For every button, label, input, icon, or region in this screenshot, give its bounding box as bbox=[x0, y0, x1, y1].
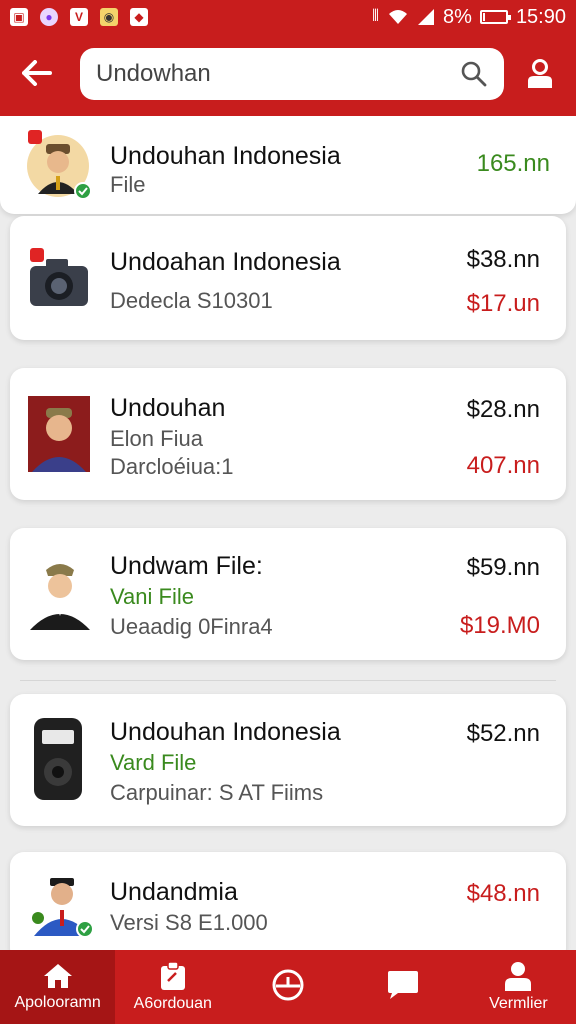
nav-item-history[interactable] bbox=[230, 950, 345, 1024]
item-subtitle: Versi S8 E1.000 bbox=[110, 910, 268, 935]
search-icon[interactable] bbox=[460, 60, 488, 88]
nav-item-messages[interactable] bbox=[346, 950, 461, 1024]
camera-icon bbox=[28, 256, 90, 308]
item-subtitle: File bbox=[110, 172, 146, 197]
list-item[interactable]: Undwam File: Vani File Ueaadig 0Finra4 $… bbox=[10, 528, 566, 660]
file-list: Undouhan Indonesia File 165.nn Undoahan … bbox=[0, 116, 576, 950]
app-icon: ▣ bbox=[10, 8, 28, 26]
app-header bbox=[0, 34, 576, 116]
nav-item-home[interactable]: Apolooramn bbox=[0, 950, 116, 1024]
camera-icon: ◉ bbox=[100, 8, 118, 26]
nav-item-profile[interactable]: Vermlier bbox=[461, 950, 576, 1024]
item-subtitle: Vani File bbox=[110, 584, 194, 609]
user-icon bbox=[528, 59, 552, 88]
list-item[interactable]: Undandmia Versi S8 E1.000 $48.nn bbox=[10, 852, 566, 950]
divider bbox=[20, 680, 556, 681]
chat-icon bbox=[388, 971, 419, 999]
clipboard-icon bbox=[160, 961, 185, 990]
list-item[interactable]: Undouhan Indonesia Vard File Carpuinar: … bbox=[10, 694, 566, 826]
item-title: Undandmia bbox=[110, 878, 238, 906]
vibrate-icon: ⦀ bbox=[371, 8, 380, 25]
nav-label: A6ordouan bbox=[133, 995, 212, 1012]
verified-icon bbox=[76, 920, 94, 938]
item-subtitle: Dedecla S10301 bbox=[110, 288, 273, 313]
item-price: 165.nn bbox=[476, 150, 550, 177]
person-avatar-icon bbox=[28, 556, 92, 630]
home-icon bbox=[43, 964, 72, 988]
nav-label: Apolooramn bbox=[14, 994, 101, 1011]
item-title: Undouhan Indonesia bbox=[110, 718, 341, 746]
item-subtitle: Elon Fiua bbox=[110, 426, 203, 451]
item-price-secondary: $17.un bbox=[466, 290, 540, 317]
bottom-nav: Apolooramn A6ordouan Vermlier bbox=[0, 950, 576, 1024]
item-price-secondary: 407.nn bbox=[466, 452, 540, 479]
item-title: Undouhan bbox=[110, 394, 226, 422]
item-price: $28.nn bbox=[466, 396, 540, 423]
item-detail: Darcloéiua:1 bbox=[110, 454, 234, 479]
search-box[interactable] bbox=[80, 48, 504, 100]
list-item[interactable]: Undouhan Indonesia File 165.nn bbox=[0, 116, 576, 214]
status-time: 15:90 bbox=[515, 5, 566, 28]
item-price: $59.nn bbox=[466, 554, 540, 581]
status-bar: ▣ ● V ◉ ◆ ⦀ 8% 15:90 bbox=[0, 0, 576, 34]
nav-label: Vermlier bbox=[489, 995, 548, 1012]
wifi-icon bbox=[389, 10, 408, 24]
shield-icon: ◆ bbox=[130, 8, 148, 26]
list-item[interactable]: Undoahan Indonesia Dedecla S10301 $38.nn… bbox=[10, 216, 566, 340]
battery-text: 8% bbox=[443, 5, 472, 28]
search-input[interactable] bbox=[96, 60, 460, 88]
avatar-icon: ● bbox=[40, 8, 58, 26]
item-price: $48.nn bbox=[466, 880, 540, 907]
nav-item-downloads[interactable]: A6ordouan bbox=[115, 950, 230, 1024]
item-subtitle: Vard File bbox=[110, 750, 197, 775]
v-icon: V bbox=[70, 8, 88, 26]
badge-icon bbox=[30, 248, 44, 262]
badge-icon bbox=[28, 130, 42, 144]
item-title: Undwam File: bbox=[110, 552, 263, 580]
verified-icon bbox=[74, 182, 92, 200]
item-price: $52.nn bbox=[466, 720, 540, 747]
item-title: Undoahan Indonesia bbox=[110, 248, 341, 276]
item-price: $38.nn bbox=[466, 246, 540, 273]
battery-icon bbox=[479, 10, 511, 24]
status-bar-left-icons: ▣ ● V ◉ ◆ bbox=[10, 8, 148, 26]
item-price-secondary: $19.M0 bbox=[459, 612, 540, 639]
arrow-left-icon bbox=[22, 60, 52, 86]
person-avatar-icon bbox=[28, 396, 90, 472]
clock-icon bbox=[272, 969, 304, 1001]
list-item[interactable]: Undouhan Elon Fiua Darcloéiua:1 $28.nn 4… bbox=[10, 368, 566, 500]
profile-button[interactable] bbox=[522, 56, 558, 92]
signal-icon bbox=[418, 9, 435, 25]
item-detail: Carpuinar: S AT Fiims bbox=[110, 780, 324, 805]
status-bar-right: ⦀ 8% 15:90 bbox=[372, 6, 566, 29]
item-detail: Ueaadig 0Finra4 bbox=[110, 614, 273, 639]
profile-icon bbox=[505, 962, 532, 991]
device-icon bbox=[32, 716, 84, 802]
item-title: Undouhan Indonesia bbox=[110, 142, 341, 170]
back-button[interactable] bbox=[18, 54, 56, 92]
